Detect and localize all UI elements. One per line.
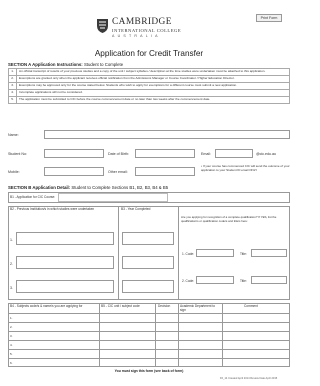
b4-label: B4 - Subjects code/s & name/s you are ap…: [10, 304, 83, 308]
logo-subtitle: INTERNATIONAL COLLEGE: [112, 28, 182, 33]
instruction-num: 3.: [8, 82, 17, 90]
instruction-text: Exemptions may be approved only for the …: [16, 82, 290, 90]
code-label-text: Code:: [185, 279, 195, 283]
dob-field[interactable]: [135, 149, 195, 158]
crest-icon: [97, 19, 108, 33]
code-label-1: 1. Code:: [182, 252, 195, 256]
divider: [178, 206, 179, 300]
form-reference: F0_14 Created April 2014 Review Date Apr…: [220, 377, 278, 380]
section-a-subtitle: Student to Complete: [83, 62, 124, 67]
row-number: 1.: [10, 238, 13, 242]
table-row: 4.: [10, 343, 13, 347]
divider: [118, 206, 119, 300]
b1-label: B1 - Application for CIC Course:: [10, 195, 56, 199]
instruction-row: 4. Incomplete applications will not be co…: [8, 89, 290, 97]
form-title: Application for Credit Transfer: [94, 49, 204, 58]
row-divider: [8, 349, 290, 350]
student-no-label: Student No:: [8, 152, 27, 156]
instruction-num: 2.: [8, 75, 17, 83]
section-b-title: SECTION B Application Detail:: [8, 185, 71, 190]
table-row: 2.: [10, 325, 13, 329]
b5-label: B5 - CIC unit / subject code: [101, 304, 140, 308]
instruction-row: 3. Exemptions may be approved only for th…: [8, 82, 290, 90]
instruction-num: 1.: [8, 68, 17, 76]
credit-transfer-form: Print Form CAMBRIDGE INTERNATIONAL COLLE…: [0, 0, 298, 386]
row-divider: [8, 340, 290, 341]
sign-reminder: You must sign this form (see back of for…: [114, 369, 184, 373]
year-field-3[interactable]: [122, 280, 174, 293]
code-label-text: Code:: [185, 252, 195, 256]
title-label-2: Title:: [240, 279, 247, 283]
table-row: 5.: [10, 352, 13, 356]
institution-field-1[interactable]: [16, 232, 114, 245]
table-row: 3.: [10, 334, 13, 338]
section-b-subtitle: Student to Complete Sections B1, B2, B3,…: [71, 185, 169, 190]
table-row: 6.: [10, 361, 13, 365]
row-number: 3.: [10, 286, 13, 290]
dob-label: Date of Birth:: [108, 152, 129, 156]
qual-title-field-1[interactable]: [251, 249, 287, 257]
college-logo: CAMBRIDGE INTERNATIONAL COLLEGE AUSTRALI…: [96, 16, 206, 44]
instruction-text: Incomplete applications will not be cons…: [16, 89, 290, 97]
row-divider: [8, 322, 290, 323]
year-field-1[interactable]: [122, 232, 174, 245]
title-label-1: Title:: [240, 252, 247, 256]
other-email-label: Other email:: [108, 170, 128, 174]
logo-name: CAMBRIDGE: [112, 17, 172, 27]
logo-country: AUSTRALIA: [112, 34, 161, 38]
email-field[interactable]: [215, 149, 253, 158]
row-divider: [8, 358, 290, 359]
instruction-text: An official transcript of results of you…: [16, 68, 290, 76]
email-label: Email:: [201, 152, 211, 156]
section-a-title: SECTION A Application Instructions:: [8, 62, 83, 67]
email-suffix: @cic.edu.au: [256, 152, 277, 156]
mobile-field[interactable]: [44, 167, 104, 176]
department-label: Academic Department to sign: [180, 304, 216, 312]
table-header-divider: [8, 313, 290, 314]
student-no-field[interactable]: [44, 149, 104, 158]
instruction-text: Exemptions are granted only when the app…: [16, 75, 290, 83]
b3-label: B3 - Year Completed: [121, 207, 151, 211]
instruction-num: 5.: [8, 96, 17, 104]
year-field-2[interactable]: [122, 256, 174, 269]
decision-label: Decision: [158, 304, 171, 308]
qual-code-field-1[interactable]: [196, 249, 234, 257]
qualification-note: Are you applying for recognition of a co…: [181, 215, 277, 223]
instruction-row: 2. Exemptions are granted only when the a…: [8, 75, 290, 83]
cic-course-field[interactable]: [58, 193, 168, 202]
instruction-num: 4.: [8, 89, 17, 97]
instruction-row: 1. An official transcript of results of y…: [8, 68, 290, 76]
instruction-row: 5. The application must be submitted to C…: [8, 96, 290, 104]
instructions-table: 1. An official transcript of results of y…: [8, 68, 290, 104]
name-label: Name:: [8, 133, 19, 137]
qual-code-field-2[interactable]: [196, 276, 234, 284]
section-a-heading: SECTION A Application Instructions: Stud…: [8, 62, 123, 67]
name-field[interactable]: [44, 130, 290, 139]
print-form-button[interactable]: Print Form: [256, 14, 282, 22]
row-divider: [8, 331, 290, 332]
code-label-2: 2. Code:: [182, 279, 195, 283]
instruction-text: The application must be submitted to CIC…: [16, 96, 290, 104]
section-b-heading: SECTION B Application Detail: Student to…: [8, 185, 168, 190]
table-row: 1.: [10, 316, 13, 320]
other-email-field[interactable]: [135, 167, 195, 176]
comment-label: Comment: [244, 304, 258, 308]
email-note: • If your course has commenced CIC will …: [201, 164, 290, 172]
mobile-label: Mobile:: [8, 170, 20, 174]
qual-title-field-2[interactable]: [251, 276, 287, 284]
b2-label: B2 - Previous Institution/s in which stu…: [10, 207, 95, 211]
institution-field-3[interactable]: [16, 280, 114, 293]
row-number: 2.: [10, 262, 13, 266]
institution-field-2[interactable]: [16, 256, 114, 269]
